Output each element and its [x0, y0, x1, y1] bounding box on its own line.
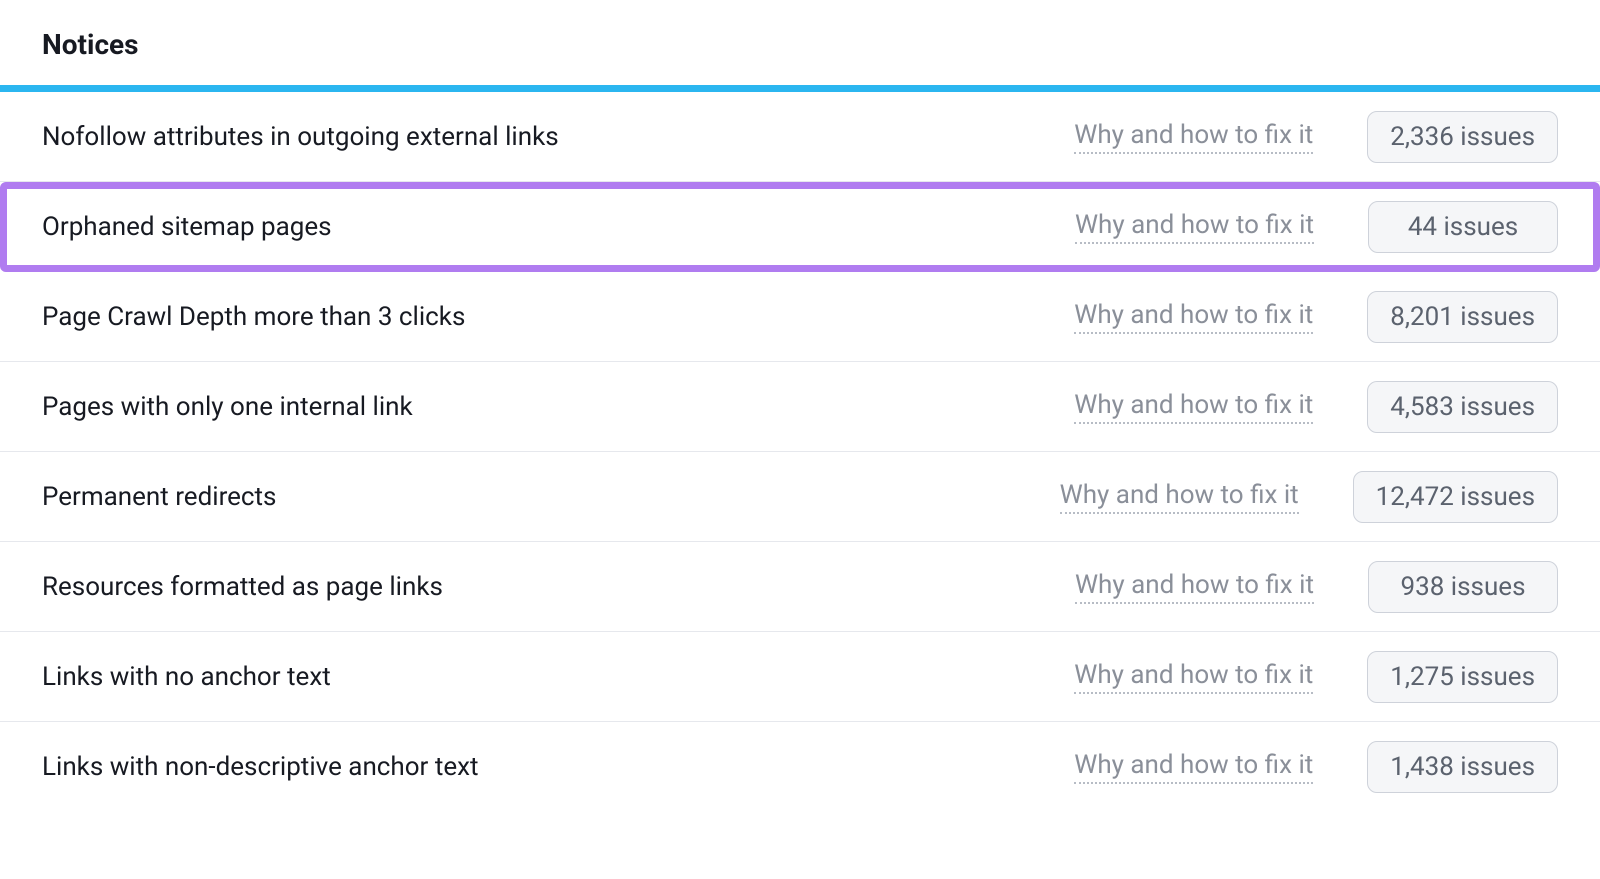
- notice-title: Pages with only one internal link: [42, 392, 1074, 422]
- accent-bar: [0, 85, 1600, 92]
- notices-section: Notices Nofollow attributes in outgoing …: [0, 0, 1600, 812]
- notice-row-right: Why and how to fix it 1,438 issues: [1074, 741, 1558, 793]
- issues-button[interactable]: 1,275 issues: [1367, 651, 1558, 703]
- issues-button[interactable]: 1,438 issues: [1367, 741, 1558, 793]
- notice-row-right: Why and how to fix it 4,583 issues: [1074, 381, 1558, 433]
- notice-row[interactable]: Nofollow attributes in outgoing external…: [0, 92, 1600, 182]
- notice-row[interactable]: Resources formatted as page linksWhy and…: [0, 542, 1600, 632]
- issues-button[interactable]: 8,201 issues: [1367, 291, 1558, 343]
- notice-title: Resources formatted as page links: [42, 572, 1075, 602]
- notice-row-right: Why and how to fix it 12,472 issues: [1060, 471, 1558, 523]
- why-and-how-link[interactable]: Why and how to fix it: [1074, 660, 1313, 694]
- why-and-how-link[interactable]: Why and how to fix it: [1074, 750, 1313, 784]
- issues-button[interactable]: 938 issues: [1368, 561, 1558, 613]
- section-title: Notices: [0, 0, 1600, 85]
- why-and-how-link[interactable]: Why and how to fix it: [1074, 390, 1313, 424]
- notice-row[interactable]: Orphaned sitemap pagesWhy and how to fix…: [7, 189, 1593, 265]
- notice-row-right: Why and how to fix it 2,336 issues: [1074, 111, 1558, 163]
- notice-row-right: Why and how to fix it 1,275 issues: [1074, 651, 1558, 703]
- issues-button[interactable]: 2,336 issues: [1367, 111, 1558, 163]
- notice-title: Permanent redirects: [42, 482, 1060, 512]
- notice-title: Page Crawl Depth more than 3 clicks: [42, 302, 1074, 332]
- notice-row[interactable]: Page Crawl Depth more than 3 clicksWhy a…: [0, 272, 1600, 362]
- issues-button[interactable]: 44 issues: [1368, 201, 1558, 253]
- why-and-how-link[interactable]: Why and how to fix it: [1075, 210, 1314, 244]
- why-and-how-link[interactable]: Why and how to fix it: [1074, 120, 1313, 154]
- notice-row-right: Why and how to fix it 44 issues: [1075, 201, 1558, 253]
- notice-rows: Nofollow attributes in outgoing external…: [0, 92, 1600, 812]
- why-and-how-link[interactable]: Why and how to fix it: [1060, 480, 1299, 514]
- notice-row[interactable]: Pages with only one internal linkWhy and…: [0, 362, 1600, 452]
- notice-row[interactable]: Links with non-descriptive anchor textWh…: [0, 722, 1600, 812]
- highlighted-row: Orphaned sitemap pagesWhy and how to fix…: [0, 182, 1600, 272]
- notice-row-right: Why and how to fix it 8,201 issues: [1074, 291, 1558, 343]
- notice-row[interactable]: Permanent redirectsWhy and how to fix it…: [0, 452, 1600, 542]
- issues-button[interactable]: 12,472 issues: [1353, 471, 1558, 523]
- notice-title: Links with no anchor text: [42, 662, 1074, 692]
- notice-title: Orphaned sitemap pages: [42, 212, 1075, 242]
- issues-button[interactable]: 4,583 issues: [1367, 381, 1558, 433]
- why-and-how-link[interactable]: Why and how to fix it: [1074, 300, 1313, 334]
- why-and-how-link[interactable]: Why and how to fix it: [1075, 570, 1314, 604]
- notice-title: Nofollow attributes in outgoing external…: [42, 122, 1074, 152]
- notice-row-right: Why and how to fix it 938 issues: [1075, 561, 1558, 613]
- notice-row[interactable]: Links with no anchor textWhy and how to …: [0, 632, 1600, 722]
- notice-title: Links with non-descriptive anchor text: [42, 752, 1074, 782]
